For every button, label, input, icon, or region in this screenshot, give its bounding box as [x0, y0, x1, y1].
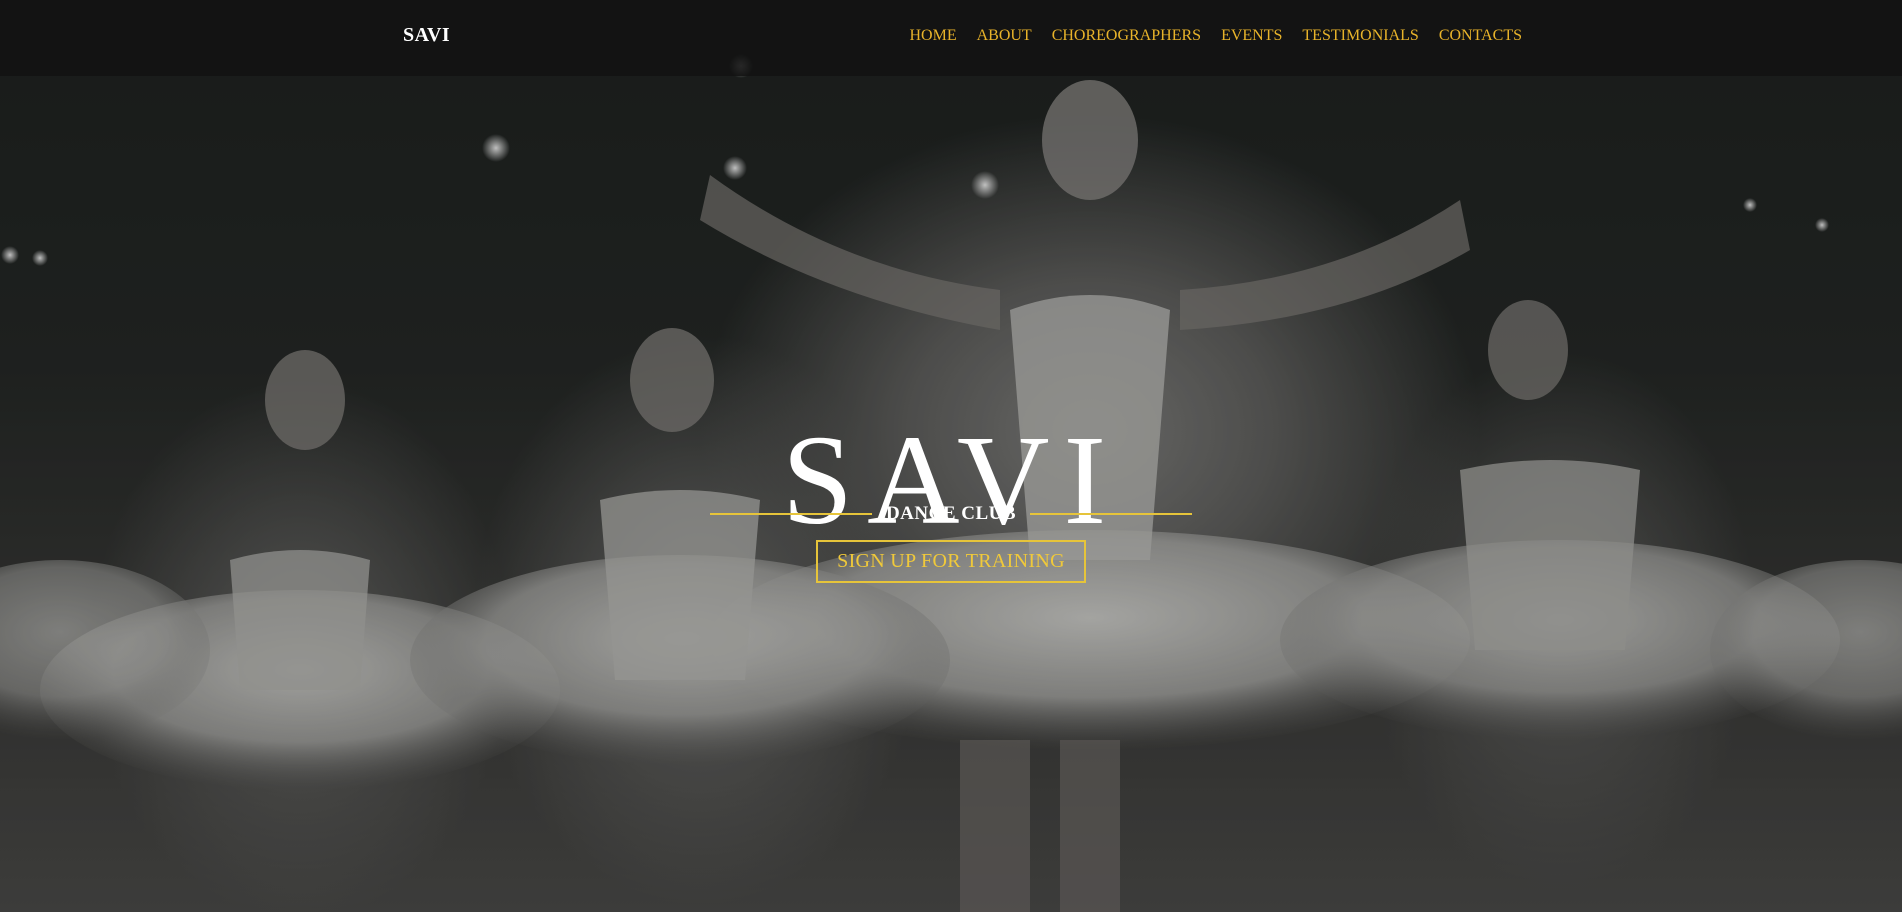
nav-link-contacts[interactable]: CONTACTS	[1439, 27, 1522, 45]
subtitle-rule-left	[709, 513, 872, 515]
top-navbar: SAVI HOME ABOUT CHOREOGRAPHERS EVENTS TE…	[0, 0, 1902, 76]
hero-subtitle-row: DANCE CLUB	[0, 503, 1902, 525]
subtitle-rule-right	[1030, 513, 1193, 515]
hero-section: SAVI HOME ABOUT CHOREOGRAPHERS EVENTS TE…	[0, 0, 1902, 912]
cta-wrapper: SIGN UP FOR TRAINING	[0, 540, 1902, 583]
nav-link-home[interactable]: HOME	[909, 27, 956, 45]
nav-link-testimonials[interactable]: TESTIMONIALS	[1302, 27, 1418, 45]
sign-up-button[interactable]: SIGN UP FOR TRAINING	[816, 540, 1086, 583]
brand-logo[interactable]: SAVI	[403, 24, 450, 47]
nav-links: HOME ABOUT CHOREOGRAPHERS EVENTS TESTIMO…	[909, 27, 1522, 45]
hero-subtitle: DANCE CLUB	[885, 503, 1017, 524]
nav-link-about[interactable]: ABOUT	[977, 27, 1032, 45]
nav-link-events[interactable]: EVENTS	[1221, 27, 1282, 45]
nav-link-choreographers[interactable]: CHOREOGRAPHERS	[1052, 27, 1201, 45]
